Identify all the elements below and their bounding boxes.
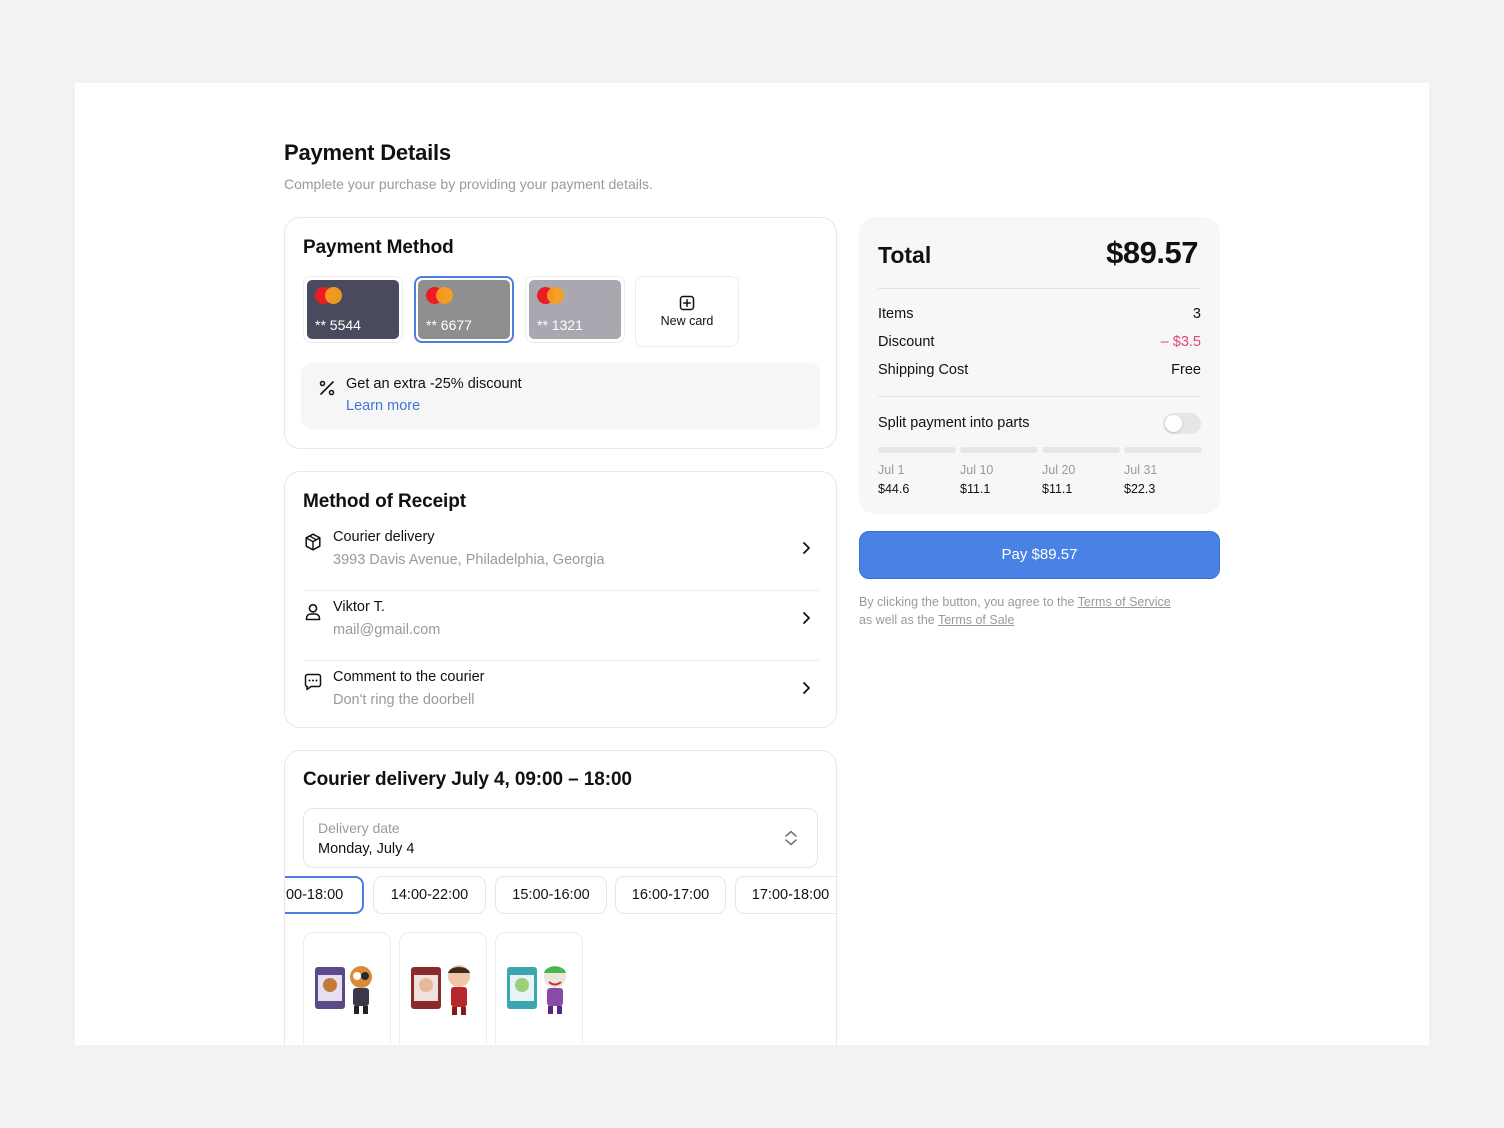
part-amount: $22.3 — [1124, 482, 1156, 496]
card-face: ** 1321 — [529, 280, 621, 339]
package-icon — [305, 533, 321, 551]
terms-mid: as well as the — [859, 613, 935, 627]
card-number: ** 6677 — [426, 317, 472, 333]
discount-promo: Get an extra -25% discount Learn more — [301, 363, 820, 429]
saved-card-6677[interactable]: ** 6677 — [414, 276, 514, 343]
items-value: 3 — [1192, 306, 1201, 322]
toggle-knob — [1165, 415, 1182, 432]
part-date: Jul 20 — [1042, 463, 1076, 477]
chat-icon — [304, 673, 322, 691]
new-card-button[interactable]: New card — [635, 276, 739, 347]
time-slot[interactable]: 09:00-18:00 — [285, 876, 364, 914]
card-face: ** 5544 — [307, 280, 399, 339]
receipt-row-subtitle: mail@gmail.com — [333, 622, 441, 638]
receipt-row-title: Comment to the courier — [333, 669, 485, 685]
card-number: ** 1321 — [537, 317, 583, 333]
mastercard-icon — [426, 287, 454, 304]
chevron-right-icon — [803, 682, 810, 694]
product-thumbnail[interactable] — [303, 932, 391, 1045]
summary-row-discount: Discount – $3.5 — [878, 334, 1201, 350]
part-bar — [1124, 447, 1202, 453]
courier-delivery-card: Courier delivery July 4, 09:00 – 18:00 D… — [284, 750, 837, 1045]
chevron-up-down-icon — [785, 830, 797, 846]
page-canvas: Payment Details Complete your purchase b… — [75, 83, 1429, 1045]
shipping-value: Free — [1171, 362, 1201, 378]
shipping-label: Shipping Cost — [878, 362, 969, 378]
saved-card-5544[interactable]: ** 5544 — [303, 276, 403, 343]
receipt-heading: Method of Receipt — [303, 491, 466, 512]
time-slot[interactable]: 16:00-17:00 — [615, 876, 726, 914]
time-slot[interactable]: 15:00-16:00 — [495, 876, 607, 914]
method-of-receipt-card: Method of Receipt Courier delivery 3993 … — [284, 471, 837, 728]
learn-more-link[interactable]: Learn more — [346, 398, 420, 414]
delivery-date-select[interactable]: Delivery date Monday, July 4 — [303, 808, 818, 868]
percent-icon — [319, 380, 335, 396]
new-card-label: New card — [660, 314, 714, 328]
part-amount: $44.6 — [878, 482, 910, 496]
mastercard-icon — [315, 287, 343, 304]
mastercard-icon — [537, 287, 565, 304]
payment-part: Jul 10 $11.1 — [960, 447, 1038, 496]
total-label: Total — [878, 242, 932, 268]
page-subtitle: Complete your purchase by providing your… — [284, 176, 653, 192]
part-date: Jul 31 — [1124, 463, 1158, 477]
terms-prefix: By clicking the button, you agree to the — [859, 595, 1075, 609]
total-value: $89.57 — [1106, 235, 1198, 270]
receipt-row-comment[interactable]: Comment to the courier Don't ring the do… — [303, 661, 819, 731]
summary-row-shipping: Shipping Cost Free — [878, 362, 1201, 378]
part-date: Jul 1 — [878, 463, 905, 477]
pay-button[interactable]: Pay $89.57 — [859, 531, 1220, 579]
card-number: ** 5544 — [315, 317, 361, 333]
split-payment-label: Split payment into parts — [878, 415, 1030, 431]
discount-label: Discount — [878, 334, 935, 350]
payment-part: Jul 20 $11.1 — [1042, 447, 1120, 496]
time-slots-scroller[interactable]: 09:00-18:00 14:00-22:00 15:00-16:00 16:0… — [285, 876, 836, 916]
payment-part: Jul 1 $44.6 — [878, 447, 956, 496]
receipt-row-courier-delivery[interactable]: Courier delivery 3993 Davis Avenue, Phil… — [303, 521, 819, 591]
receipt-row-title: Viktor T. — [333, 599, 385, 615]
summary-divider — [878, 396, 1201, 397]
payment-method-card: Payment Method ** 5544 ** 6677 ** 1321 N… — [284, 217, 837, 449]
page-title: Payment Details — [284, 140, 451, 165]
courier-heading: Courier delivery July 4, 09:00 – 18:00 — [303, 769, 632, 790]
saved-card-1321[interactable]: ** 1321 — [525, 276, 625, 343]
figure-box-image — [507, 966, 566, 1014]
order-summary: Total $89.57 Items 3 Discount – $3.5 Shi… — [859, 217, 1220, 514]
summary-divider — [878, 288, 1201, 289]
receipt-row-title: Courier delivery — [333, 529, 435, 545]
discount-value: – $3.5 — [1160, 334, 1201, 350]
delivery-date-value: Monday, July 4 — [318, 841, 415, 857]
summary-row-items: Items 3 — [878, 306, 1201, 322]
figure-box-image — [315, 966, 372, 1014]
receipt-row-subtitle: Don't ring the doorbell — [333, 692, 475, 708]
user-icon — [305, 603, 321, 621]
part-bar — [1042, 447, 1120, 453]
payment-part: Jul 31 $22.3 — [1124, 447, 1202, 496]
part-amount: $11.1 — [1042, 482, 1073, 496]
part-date: Jul 10 — [960, 463, 994, 477]
product-thumbnail[interactable] — [495, 932, 583, 1045]
chevron-right-icon — [803, 612, 810, 624]
split-payment-toggle[interactable] — [1163, 413, 1201, 434]
part-bar — [878, 447, 956, 453]
product-thumbnail[interactable] — [399, 932, 487, 1045]
payment-method-heading: Payment Method — [303, 237, 454, 258]
part-bar — [960, 447, 1038, 453]
terms-of-sale-link[interactable]: Terms of Sale — [938, 613, 1014, 627]
card-face: ** 6677 — [418, 280, 510, 339]
chevron-right-icon — [803, 542, 810, 554]
delivery-date-label: Delivery date — [318, 820, 400, 836]
figure-box-image — [411, 965, 470, 1015]
part-amount: $11.1 — [960, 482, 991, 496]
items-label: Items — [878, 306, 914, 322]
promo-text: Get an extra -25% discount — [346, 376, 522, 392]
receipt-row-subtitle: 3993 Davis Avenue, Philadelphia, Georgia — [333, 552, 605, 568]
time-slot[interactable]: 17:00-18:00 — [735, 876, 836, 914]
terms-notice: By clicking the button, you agree to the… — [859, 593, 1220, 629]
receipt-row-recipient[interactable]: Viktor T. mail@gmail.com — [303, 591, 819, 661]
terms-of-service-link[interactable]: Terms of Service — [1078, 595, 1171, 609]
plus-square-icon — [679, 295, 695, 311]
time-slot[interactable]: 14:00-22:00 — [373, 876, 486, 914]
